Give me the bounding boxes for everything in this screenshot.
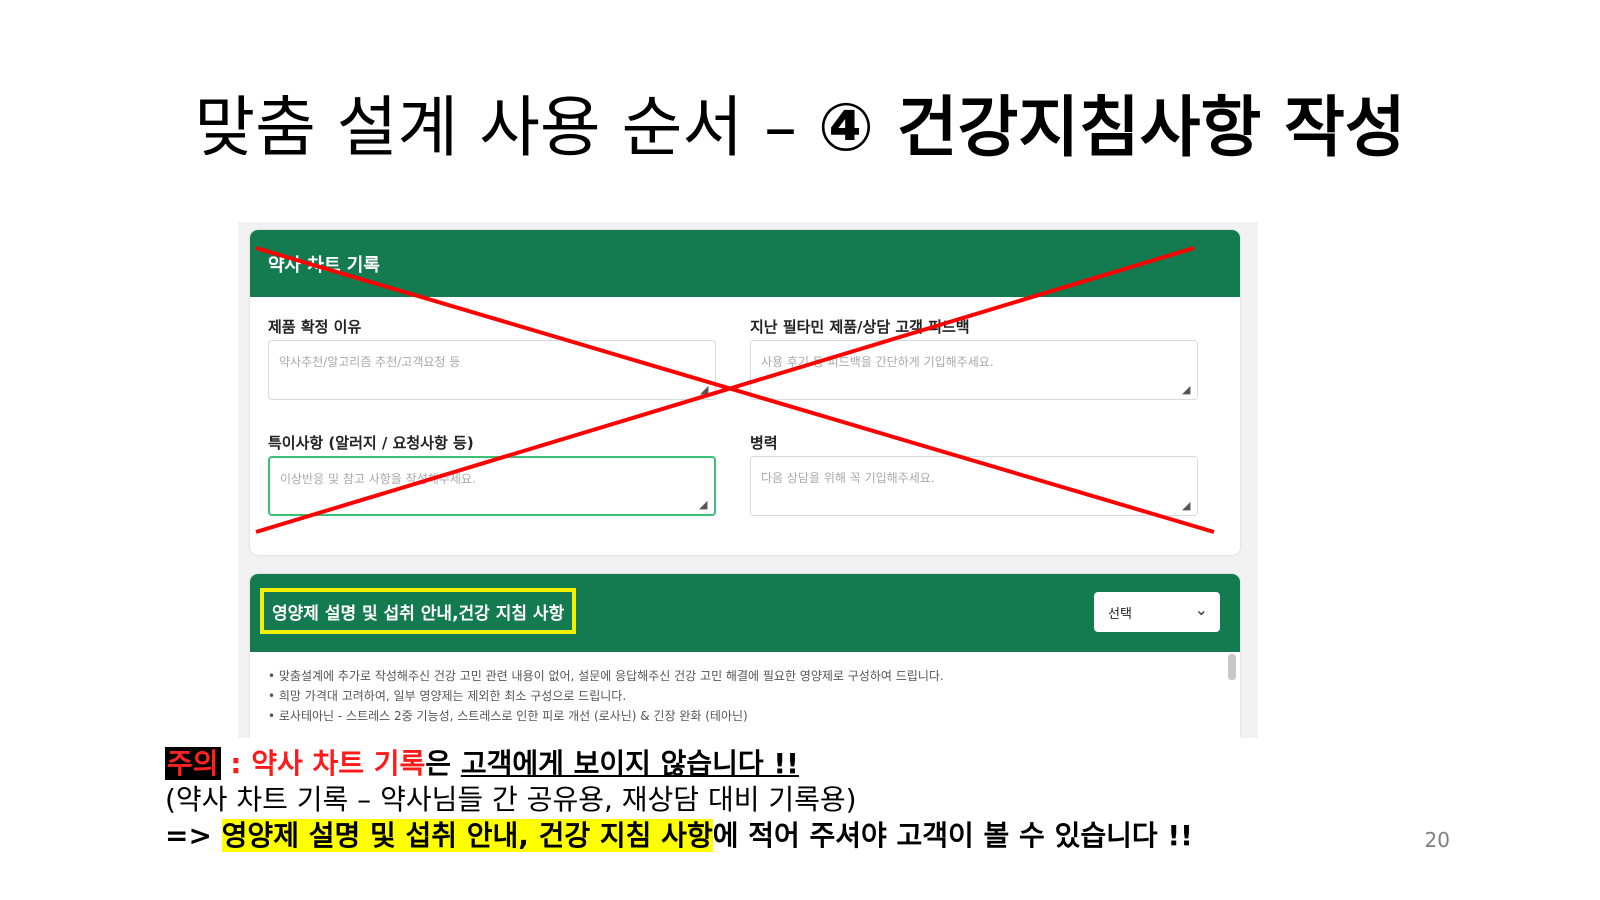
- notice-not-visible: 고객에게 보이지 않습니다 !!: [460, 747, 799, 780]
- slide-title: 맞춤 설계 사용 순서 – ④ 건강지침사항 작성: [0, 88, 1600, 168]
- feedback-placeholder: 사용 후기 등 피드백을 간단하게 기입해주세요.: [761, 355, 994, 369]
- resize-handle-icon[interactable]: ◢: [1182, 500, 1194, 512]
- chart-record-header: 약사 차트 기록: [250, 230, 1240, 297]
- guide-select[interactable]: 선택 ⌄: [1094, 592, 1220, 632]
- notice-arrow: =>: [165, 819, 222, 852]
- resize-handle-icon[interactable]: ◢: [699, 499, 711, 511]
- reason-textarea[interactable]: 약사추천/알고리즘 추천/고객요청 등 ◢: [268, 340, 716, 400]
- feedback-textarea[interactable]: 사용 후기 등 피드백을 간단하게 기입해주세요. ◢: [750, 340, 1198, 400]
- special-notes-textarea[interactable]: 이상반응 및 참고 사항을 작성해주세요. ◢: [268, 456, 716, 516]
- notice-chart-record: 약사 차트 기록: [251, 747, 426, 780]
- guide-notes[interactable]: • 맞춤설계에 추가로 작성해주신 건강 고민 관련 내용이 없어, 설문에 응…: [268, 666, 1218, 726]
- guide-select-value: 선택: [1108, 606, 1132, 622]
- embedded-screenshot: 약사 차트 기록 제품 확정 이유 약사추천/알고리즘 추천/고객요청 등 ◢ …: [238, 222, 1258, 738]
- medical-history-placeholder: 다음 상담을 위해 꼭 기입해주세요.: [761, 471, 935, 485]
- notice-colon: :: [220, 747, 252, 780]
- notice-line-2: (약사 차트 기록 – 약사님들 간 공유용, 재상담 대비 기록용): [165, 783, 857, 816]
- medical-history-textarea[interactable]: 다음 상담을 위해 꼭 기입해주세요. ◢: [750, 456, 1198, 516]
- field-label-special-notes: 특이사항 (알러지 / 요청사항 등): [268, 434, 474, 452]
- special-notes-placeholder: 이상반응 및 참고 사항을 작성해주세요.: [280, 472, 476, 486]
- guide-card: 영양제 설명 및 섭취 안내,건강 지침 사항 선택 ⌄ • 맞춤설계에 추가로…: [250, 574, 1240, 738]
- resize-handle-icon[interactable]: ◢: [1182, 384, 1194, 396]
- slide-title-normal: 맞춤 설계 사용 순서 –: [194, 89, 819, 166]
- guide-header: 영양제 설명 및 섭취 안내,건강 지침 사항 선택 ⌄: [250, 574, 1240, 652]
- guide-title-highlight: 영양제 설명 및 섭취 안내,건강 지침 사항: [260, 588, 577, 634]
- field-label-feedback: 지난 필타민 제품/상담 고객 피드백: [750, 318, 970, 336]
- field-label-reason: 제품 확정 이유: [268, 318, 362, 336]
- notice-line-3: => 영양제 설명 및 섭취 안내, 건강 지침 사항에 적어 주셔야 고객이 …: [165, 818, 1193, 854]
- guide-note-line: • 맞춤설계에 추가로 작성해주신 건강 고민 관련 내용이 없어, 설문에 응…: [268, 669, 944, 683]
- chart-record-card: 약사 차트 기록 제품 확정 이유 약사추천/알고리즘 추천/고객요청 등 ◢ …: [250, 230, 1240, 555]
- notice-line-1: 주의 : 약사 차트 기록은 고객에게 보이지 않습니다 !!: [165, 746, 799, 782]
- guide-note-line: • 희망 가격대 고려하여, 일부 영양제는 제외한 최소 구성으로 드립니다.: [268, 689, 627, 703]
- page-number: 20: [1424, 828, 1450, 852]
- notice-suffix: 에 적어 주셔야 고객이 볼 수 있습니다 !!: [712, 819, 1193, 852]
- notice-highlight: 영양제 설명 및 섭취 안내, 건강 지침 사항: [221, 819, 713, 852]
- notice-particle: 은: [425, 747, 461, 780]
- slide-title-bold: ④ 건강지침사항 작성: [818, 89, 1406, 166]
- notes-scrollbar[interactable]: [1228, 654, 1236, 680]
- resize-handle-icon[interactable]: ◢: [700, 384, 712, 396]
- reason-placeholder: 약사추천/알고리즘 추천/고객요청 등: [279, 355, 461, 369]
- caution-tag: 주의: [165, 747, 221, 780]
- guide-note-line: • 로사테아닌 - 스트레스 2중 기능성, 스트레스로 인한 피로 개선 (로…: [268, 709, 748, 723]
- chevron-down-icon: ⌄: [1194, 600, 1208, 619]
- field-label-medical-history: 병력: [750, 434, 778, 452]
